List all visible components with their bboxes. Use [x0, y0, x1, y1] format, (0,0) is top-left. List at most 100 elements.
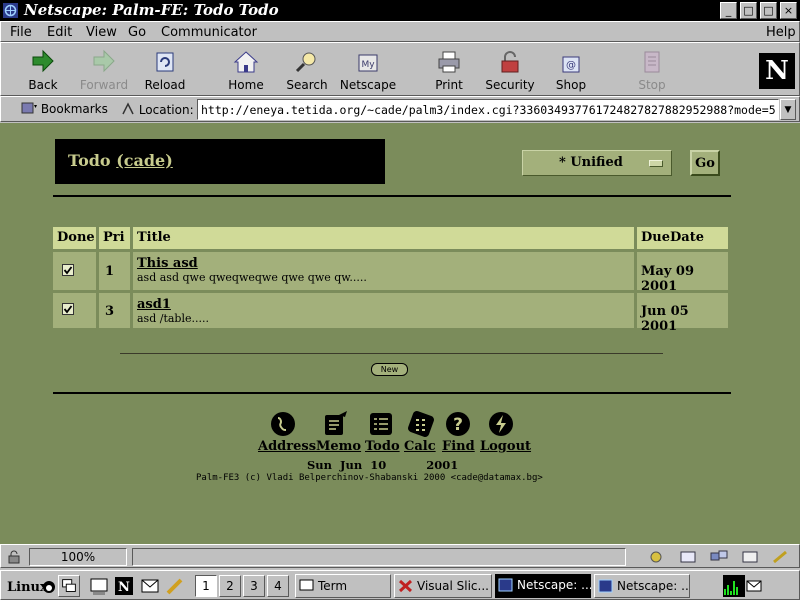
task-term[interactable]: Term: [295, 574, 391, 598]
divider-top: [53, 195, 731, 197]
my-netscape-button[interactable]: My Netscape: [338, 47, 398, 95]
security-button[interactable]: Security: [480, 47, 540, 95]
logout-icon[interactable]: [488, 411, 514, 437]
desktop-2-button[interactable]: 2: [219, 575, 241, 597]
mail-component-icon[interactable]: [678, 549, 698, 565]
cpu-monitor-icon[interactable]: [723, 575, 745, 597]
netscape-logo[interactable]: N: [759, 53, 795, 89]
nav-calc-link[interactable]: Calc: [404, 439, 436, 454]
page-title: Todo: [68, 151, 111, 170]
go-button[interactable]: Go: [690, 150, 720, 176]
task-visual-slick[interactable]: Visual Slic...: [394, 574, 492, 598]
terminal-launcher-icon[interactable]: [88, 575, 110, 597]
done-cell[interactable]: [53, 252, 96, 290]
window-list-icon[interactable]: [58, 575, 80, 597]
forward-button[interactable]: Forward: [74, 47, 134, 95]
address-icon[interactable]: [270, 411, 296, 437]
shop-button[interactable]: @ Shop: [541, 47, 601, 95]
netscape-window-icon[interactable]: [3, 3, 18, 18]
search-button[interactable]: Search: [277, 47, 337, 95]
status-message: [132, 548, 626, 566]
menu-view[interactable]: View: [86, 25, 117, 40]
todo-icon[interactable]: [368, 411, 394, 437]
editor-launcher-icon[interactable]: [164, 575, 186, 597]
home-button[interactable]: Home: [216, 47, 276, 95]
user-link[interactable]: (cade): [116, 151, 173, 170]
todo-description: asd asd qwe qweqweqwe qwe qwe qw.....: [137, 271, 367, 284]
column-header-title: Title: [133, 227, 634, 249]
column-header-duedate: DueDate: [637, 227, 728, 249]
address-book-component-icon[interactable]: [740, 549, 760, 565]
url-history-dropdown[interactable]: ▼: [780, 99, 796, 120]
reload-button[interactable]: Reload: [135, 47, 195, 95]
task-netscape[interactable]: Netscape: ...: [594, 574, 690, 598]
mail-launcher-icon[interactable]: [139, 575, 161, 597]
netscape-launcher-icon[interactable]: N: [113, 575, 135, 597]
todo-title-link[interactable]: This asd: [137, 256, 630, 271]
current-date: Sun Jun 10 2001: [307, 458, 459, 472]
desktop-4-button[interactable]: 4: [267, 575, 289, 597]
done-cell[interactable]: [53, 293, 96, 328]
terminal-icon: [299, 579, 314, 591]
nav-find-link[interactable]: Find: [442, 439, 475, 454]
url-input[interactable]: http://eneya.tetida.org/~cade/palm3/inde…: [197, 99, 779, 120]
task-label: Netscape: ...: [517, 578, 591, 592]
mail-notifier-icon[interactable]: [745, 575, 767, 597]
copyright-notice: Palm-FE3 (c) Vladi Belperchinov-Shabansk…: [196, 473, 543, 483]
title-cell: This asd asd asd qwe qweqweqwe qwe qwe q…: [133, 252, 634, 290]
calc-icon[interactable]: [408, 411, 434, 437]
menu-file[interactable]: File: [10, 25, 32, 40]
task-label: Netscape: ...: [617, 579, 690, 593]
search-label: Search: [286, 78, 328, 92]
iconify-button[interactable]: □: [740, 2, 757, 19]
close-button[interactable]: ×: [780, 2, 797, 19]
priority-cell: 1: [99, 252, 130, 290]
todo-description: asd /table.....: [137, 312, 209, 325]
back-arrow-icon: [32, 49, 54, 73]
composer-component-icon[interactable]: [771, 549, 791, 565]
memo-icon[interactable]: [323, 411, 349, 437]
shop-bag-icon: @: [562, 56, 580, 73]
nav-memo-link[interactable]: Memo: [316, 439, 361, 454]
my-netscape-icon: My: [358, 54, 378, 72]
page-proxy-icon[interactable]: [121, 102, 135, 116]
netscape-logo-letter: N: [765, 56, 789, 86]
todo-title-link[interactable]: asd1: [137, 297, 630, 312]
checkbox-checked-icon: [62, 303, 74, 315]
maximize-button[interactable]: □: [760, 2, 777, 19]
back-button[interactable]: Back: [13, 47, 73, 95]
title-cell: asd1 asd /table.....: [133, 293, 634, 328]
divider-thin: [120, 353, 663, 354]
divider-bottom: [53, 392, 731, 394]
find-icon[interactable]: ?: [445, 411, 471, 437]
nav-logout-link[interactable]: Logout: [480, 439, 531, 454]
security-lock-icon: [501, 51, 519, 73]
task-netscape-active[interactable]: Netscape: ...: [495, 574, 591, 598]
window-title-bar[interactable]: Netscape: Palm-FE: Todo Todo _ □ □ ×: [0, 0, 800, 21]
maximize-icon: □: [763, 4, 774, 17]
nav-address-link[interactable]: Address: [258, 439, 316, 454]
due-date-cell: Jun 05 2001: [637, 293, 728, 334]
bookmarks-button[interactable]: Bookmarks: [21, 102, 108, 116]
navigator-component-icon[interactable]: [646, 549, 666, 565]
linux-start-icon[interactable]: Linux: [5, 575, 55, 597]
svg-text:N: N: [118, 580, 130, 595]
desktop-1-button[interactable]: 1: [195, 575, 217, 597]
view-select[interactable]: * Unified: [522, 150, 672, 176]
nav-todo-link[interactable]: Todo: [365, 439, 400, 454]
discussions-component-icon[interactable]: [709, 549, 729, 565]
desktop-taskbar: Linux N 1 2 3 4 Term Visual Slic... Nets…: [0, 570, 800, 600]
security-status-icon[interactable]: [7, 550, 21, 564]
stop-label: Stop: [638, 78, 666, 92]
new-todo-button[interactable]: New: [371, 363, 408, 376]
task-label: Visual Slic...: [417, 579, 489, 593]
print-button[interactable]: Print: [419, 47, 479, 95]
menu-edit[interactable]: Edit: [47, 25, 72, 40]
menu-help[interactable]: Help: [766, 25, 796, 40]
minimize-button[interactable]: _: [720, 2, 737, 19]
desktop-3-button[interactable]: 3: [243, 575, 265, 597]
stop-button[interactable]: Stop: [622, 47, 682, 95]
print-label: Print: [435, 78, 463, 92]
menu-go[interactable]: Go: [128, 25, 146, 40]
menu-communicator[interactable]: Communicator: [161, 25, 257, 40]
